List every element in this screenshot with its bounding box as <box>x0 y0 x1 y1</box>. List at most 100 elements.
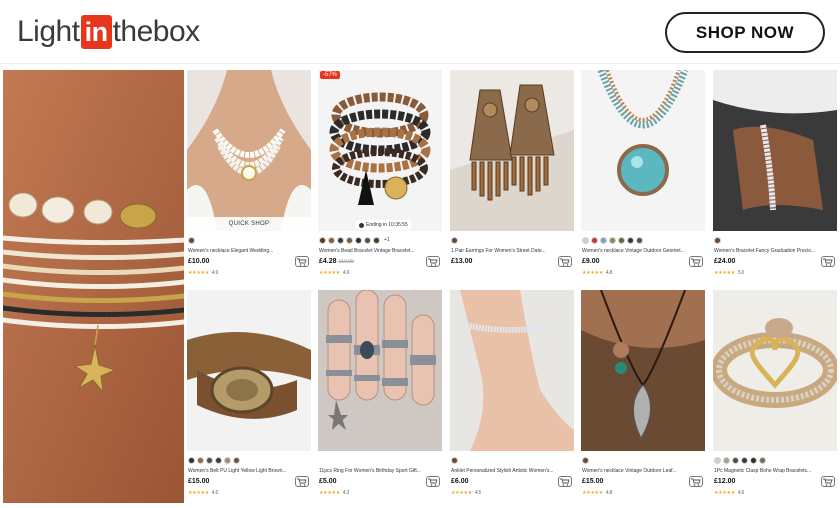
belt-image[interactable] <box>187 290 311 451</box>
color-swatch[interactable] <box>337 236 344 244</box>
color-swatch[interactable] <box>759 456 766 464</box>
product-title[interactable]: 1Pc Magnetic Clasp Boho Wrap Bracelets..… <box>714 468 832 474</box>
cart-icon <box>428 258 438 266</box>
add-to-cart-button[interactable] <box>821 476 835 487</box>
rating-value: 5.0 <box>737 270 744 276</box>
product-title[interactable]: Anklet Personalized Stylish Artistic Wom… <box>451 468 569 474</box>
color-swatch[interactable] <box>451 236 458 244</box>
product-card[interactable]: 1Pc Magnetic Clasp Boho Wrap Bracelets..… <box>713 290 837 502</box>
star-rating: ★★★★★ 4.3 <box>319 490 349 496</box>
rating-value: 4.3 <box>342 490 349 496</box>
tennis-bracelet-image[interactable] <box>713 70 837 231</box>
color-swatch[interactable] <box>741 456 748 464</box>
rings-image[interactable] <box>318 290 442 451</box>
product-title[interactable]: 1 Pair Earrings For Women's Street Date.… <box>451 248 569 254</box>
product-title[interactable]: Women's Bead Bracelet Vintage Bracelet..… <box>319 248 437 254</box>
color-swatch[interactable] <box>364 236 371 244</box>
color-swatch[interactable] <box>451 456 458 464</box>
product-card[interactable]: Women's necklace Vintage Outdoor Leaf...… <box>581 290 705 502</box>
current-price: £15.00 <box>582 478 604 485</box>
logo-left: Light <box>17 15 80 48</box>
color-swatch[interactable] <box>233 456 240 464</box>
add-to-cart-button[interactable] <box>689 476 703 487</box>
product-card[interactable]: Women's Bracelet Fancy Graduation Precio… <box>713 70 837 282</box>
color-swatch[interactable] <box>188 456 195 464</box>
product-card[interactable]: QUICK SHOP Women's necklace Elegant Weddi… <box>187 70 311 282</box>
color-swatch[interactable] <box>346 236 353 244</box>
color-swatch[interactable] <box>750 456 757 464</box>
star-rating: ★★★★★ 4.8 <box>582 490 612 496</box>
pearl-necklace-image[interactable] <box>187 70 311 231</box>
color-swatch[interactable] <box>618 236 625 244</box>
anklet-image[interactable] <box>450 290 574 451</box>
color-swatch[interactable] <box>582 236 589 244</box>
color-swatch[interactable] <box>373 236 380 244</box>
color-swatch[interactable] <box>355 236 362 244</box>
add-to-cart-button[interactable] <box>558 476 572 487</box>
wrap-bracelet-image[interactable] <box>713 290 837 451</box>
color-swatch[interactable] <box>609 236 616 244</box>
product-title[interactable]: 11pcs Ring For Women's Birthday Sport Gi… <box>319 468 437 474</box>
product-title[interactable]: Women's Bracelet Fancy Graduation Precio… <box>714 248 832 254</box>
product-price: £15.00 <box>582 478 603 485</box>
color-swatch[interactable] <box>206 456 213 464</box>
earrings-image[interactable] <box>450 70 574 231</box>
color-swatch[interactable] <box>732 456 739 464</box>
add-to-cart-button[interactable] <box>295 256 309 267</box>
stars-icon: ★★★★★ <box>188 490 209 496</box>
color-swatches <box>714 236 721 244</box>
color-swatch[interactable] <box>714 456 721 464</box>
hero-anklet-image[interactable] <box>3 70 184 503</box>
shop-now-button[interactable]: SHOP NOW <box>665 12 825 53</box>
logo-middle: in <box>80 15 112 49</box>
add-to-cart-button[interactable] <box>295 476 309 487</box>
stars-icon: ★★★★★ <box>319 490 340 496</box>
lightinthebox-logo[interactable]: Light in thebox <box>17 15 200 49</box>
product-price: £6.00 <box>451 478 469 485</box>
product-price: £13.00 <box>451 258 472 265</box>
star-rating: ★★★★★ 4.5 <box>188 490 218 496</box>
product-card[interactable]: -57% Ending in 10:35:55 +1 Women's Bead Bra… <box>318 70 442 282</box>
logo-right: thebox <box>112 15 201 48</box>
color-swatch[interactable] <box>197 456 204 464</box>
color-swatch[interactable] <box>627 236 634 244</box>
stars-icon: ★★★★★ <box>451 490 472 496</box>
add-to-cart-button[interactable] <box>821 256 835 267</box>
color-swatch[interactable] <box>591 236 598 244</box>
add-to-cart-button[interactable] <box>426 476 440 487</box>
product-card[interactable]: Anklet Personalized Stylish Artistic Wom… <box>450 290 574 502</box>
product-card[interactable]: 11pcs Ring For Women's Birthday Sport Gi… <box>318 290 442 502</box>
color-swatch[interactable] <box>600 236 607 244</box>
add-to-cart-button[interactable] <box>689 256 703 267</box>
quick-shop-button[interactable]: QUICK SHOP <box>187 217 311 231</box>
color-swatch[interactable] <box>215 456 222 464</box>
color-swatch[interactable] <box>224 456 231 464</box>
color-swatch[interactable] <box>328 236 335 244</box>
more-colors-count[interactable]: +1 <box>384 237 390 243</box>
leaf-necklace-image[interactable] <box>581 290 705 451</box>
add-to-cart-button[interactable] <box>426 256 440 267</box>
product-card[interactable]: Women's Belt PU Light Yellow Light Brown… <box>187 290 311 502</box>
color-swatches <box>188 236 195 244</box>
cart-icon <box>691 258 701 266</box>
stars-icon: ★★★★★ <box>714 270 735 276</box>
product-card[interactable]: 1 Pair Earrings For Women's Street Date.… <box>450 70 574 282</box>
color-swatch[interactable] <box>714 236 721 244</box>
add-to-cart-button[interactable] <box>558 256 572 267</box>
product-title[interactable]: Women's Belt PU Light Yellow Light Brown… <box>188 468 306 474</box>
product-title[interactable]: Women's necklace Vintage Outdoor Geomet.… <box>582 248 700 254</box>
bead-bracelet-image[interactable] <box>318 70 442 231</box>
color-swatch[interactable] <box>319 236 326 244</box>
color-swatch[interactable] <box>723 456 730 464</box>
turquoise-necklace-image[interactable] <box>581 70 705 231</box>
color-swatch[interactable] <box>636 236 643 244</box>
color-swatch[interactable] <box>582 456 589 464</box>
current-price: £12.00 <box>714 478 736 485</box>
product-card[interactable]: Women's necklace Vintage Outdoor Geomet.… <box>581 70 705 282</box>
product-title[interactable]: Women's necklace Elegant Wedding... <box>188 248 306 254</box>
product-title[interactable]: Women's necklace Vintage Outdoor Leaf... <box>582 468 700 474</box>
current-price: £24.00 <box>714 258 736 265</box>
current-price: £15.00 <box>188 478 210 485</box>
original-price: £10.00 <box>338 259 354 265</box>
color-swatch[interactable] <box>188 236 195 244</box>
